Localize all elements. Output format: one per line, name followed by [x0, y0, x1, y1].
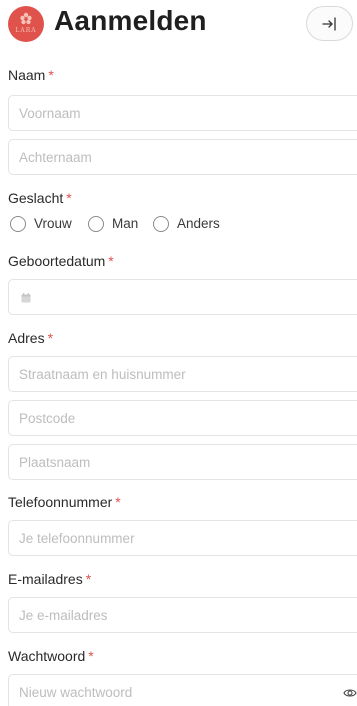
email-label-text: E-mailadres: [8, 571, 83, 587]
login-button[interactable]: [306, 6, 353, 41]
email-input[interactable]: [9, 598, 357, 632]
required-marker: *: [108, 253, 114, 269]
required-marker: *: [85, 571, 92, 587]
logo-text: LARA: [15, 27, 37, 34]
birthdate-label: Geboortedatum *: [8, 253, 114, 269]
password-input[interactable]: [9, 675, 357, 706]
email-field[interactable]: [8, 597, 357, 633]
eye-icon[interactable]: [343, 687, 357, 699]
street-field[interactable]: [8, 356, 357, 392]
flower-icon: [20, 12, 32, 25]
radio-label: Man: [112, 216, 139, 231]
radio-circle[interactable]: [153, 216, 169, 232]
radio-label: Vrouw: [34, 216, 72, 231]
first-name-field[interactable]: [8, 95, 357, 131]
street-input[interactable]: [9, 357, 357, 391]
postcode-input[interactable]: [9, 401, 357, 435]
required-marker: *: [88, 648, 94, 664]
gender-label: Geslacht *: [8, 190, 72, 206]
radio-circle[interactable]: [10, 216, 26, 232]
phone-label-text: Telefoonnummer: [8, 494, 113, 510]
radio-circle[interactable]: [88, 216, 104, 232]
logo: LARA: [8, 6, 44, 42]
password-label: Wachtwoord *: [8, 648, 94, 664]
last-name-field[interactable]: [8, 139, 357, 175]
postcode-field[interactable]: [8, 400, 357, 436]
name-label: Naam *: [8, 67, 54, 83]
email-label: E-mailadres *: [8, 571, 91, 587]
phone-input[interactable]: [9, 521, 357, 555]
last-name-input[interactable]: [9, 140, 357, 174]
required-marker: *: [66, 190, 72, 206]
page-header: LARA Aanmelden: [0, 0, 357, 46]
page-title: Aanmelden: [54, 5, 207, 36]
phone-field[interactable]: [8, 520, 357, 556]
required-marker: *: [48, 67, 54, 83]
password-label-text: Wachtwoord: [8, 648, 86, 664]
radio-label: Anders: [177, 216, 220, 231]
city-field[interactable]: [8, 444, 357, 480]
city-input[interactable]: [9, 445, 357, 479]
gender-label-text: Geslacht: [8, 190, 64, 206]
address-label-text: Adres: [8, 330, 45, 346]
login-arrow-icon: [322, 17, 336, 31]
birthdate-field[interactable]: [8, 279, 357, 315]
birthdate-label-text: Geboortedatum: [8, 253, 106, 269]
password-field[interactable]: [8, 674, 357, 706]
first-name-input[interactable]: [9, 96, 357, 130]
calendar-icon[interactable]: [21, 293, 31, 303]
required-marker: *: [47, 330, 54, 346]
required-marker: *: [115, 494, 121, 510]
address-label: Adres *: [8, 330, 53, 346]
name-label-text: Naam: [8, 67, 46, 83]
phone-label: Telefoonnummer *: [8, 494, 121, 510]
